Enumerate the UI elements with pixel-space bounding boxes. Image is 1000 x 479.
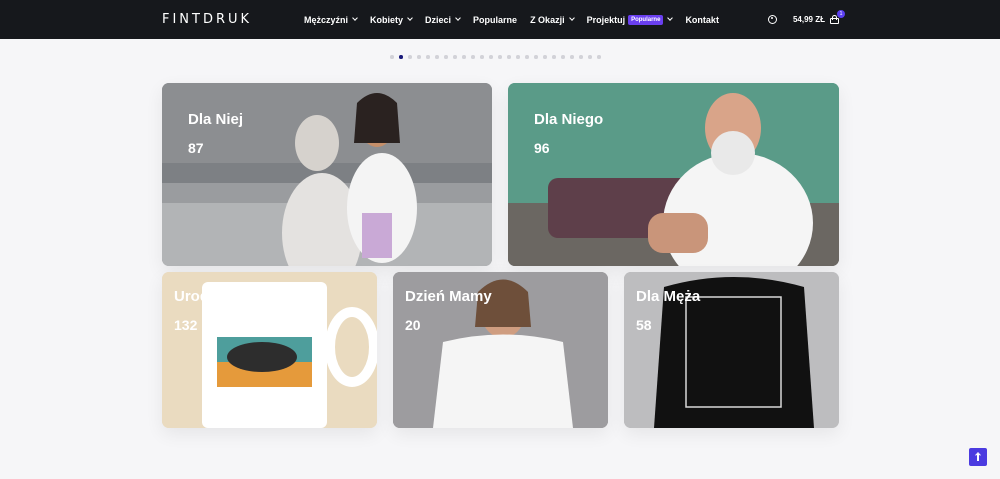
slider-dot[interactable] (462, 55, 466, 59)
site-header: FINTDRUK Mężczyźni Kobiety Dzieci Popula… (0, 0, 1000, 39)
logo[interactable]: FINTDRUK (162, 12, 252, 27)
slider-dot[interactable] (489, 55, 493, 59)
nav-label: Z Okazji (530, 14, 565, 25)
chevron-down-icon (455, 15, 461, 21)
category-count: 96 (534, 140, 550, 156)
slider-dot[interactable] (516, 55, 520, 59)
category-title: Dla Niego (534, 111, 604, 128)
cart-count-badge: 1 (837, 10, 845, 18)
slider-dot[interactable] (543, 55, 547, 59)
slider-dot[interactable] (408, 55, 412, 59)
nav-item-kontakt[interactable]: Kontakt (685, 15, 719, 25)
nav-item-mezczyzni[interactable]: Mężczyźni (304, 14, 358, 25)
main-nav: Mężczyźni Kobiety Dzieci Popularne Z Oka… (304, 0, 732, 39)
slider-dot[interactable] (588, 55, 592, 59)
slider-dot[interactable] (570, 55, 574, 59)
nav-item-kobiety[interactable]: Kobiety (370, 14, 413, 25)
category-count: 87 (188, 140, 204, 156)
category-title: Dzień Mamy (405, 288, 492, 305)
nav-label: Dzieci (425, 14, 452, 25)
popular-badge: Popularne (628, 14, 664, 25)
category-card-dla-meza[interactable]: Dla Męża 58 (624, 272, 839, 428)
nav-label: Kontakt (685, 14, 719, 25)
chevron-down-icon (407, 15, 413, 21)
category-count: 58 (636, 317, 652, 333)
slider-pagination (390, 55, 601, 59)
slider-dot[interactable] (471, 55, 475, 59)
slider-dot[interactable] (417, 55, 421, 59)
slider-dot[interactable] (507, 55, 511, 59)
slider-dot[interactable] (525, 55, 529, 59)
category-title: Urodzinowe (174, 288, 259, 305)
category-count: 132 (174, 317, 198, 333)
slider-dot[interactable] (498, 55, 502, 59)
slider-dot[interactable] (426, 55, 430, 59)
nav-item-popularne[interactable]: Popularne (473, 15, 517, 25)
category-card-dla-niego[interactable]: Dla Niego 96 (508, 83, 839, 266)
nav-label: Projektuj (586, 14, 626, 25)
nav-label: Popularne (473, 14, 518, 25)
nav-label: Mężczyźni (304, 14, 349, 25)
slider-dot[interactable] (453, 55, 457, 59)
slider-dot[interactable] (480, 55, 484, 59)
nav-item-dzieci[interactable]: Dzieci (425, 14, 461, 25)
category-card-urodzinowe[interactable]: Urodzinowe 132 (162, 272, 377, 428)
category-card-dzien-mamy[interactable]: Dzień Mamy 20 (393, 272, 608, 428)
nav-label: Kobiety (370, 14, 404, 25)
slider-dot[interactable] (534, 55, 538, 59)
slider-dot[interactable] (552, 55, 556, 59)
category-card-dla-niej[interactable]: Dla Niej 87 (162, 83, 492, 266)
slider-dot[interactable] (444, 55, 448, 59)
slider-dot[interactable] (435, 55, 439, 59)
nav-item-projektuj[interactable]: Projektuj Popularne (586, 14, 674, 25)
chevron-down-icon (352, 15, 358, 21)
category-title: Dla Niej (188, 111, 244, 128)
chevron-down-icon (568, 15, 575, 21)
shopping-bag-icon[interactable]: 1 (830, 10, 845, 24)
slider-dot[interactable] (399, 55, 403, 59)
scroll-to-top-button[interactable] (969, 448, 987, 466)
slider-dot[interactable] (561, 55, 565, 59)
slider-dot[interactable] (390, 55, 394, 59)
slider-dot[interactable] (579, 55, 583, 59)
chevron-down-icon (667, 15, 674, 21)
slider-dot[interactable] (597, 55, 601, 59)
user-icon[interactable] (767, 15, 777, 24)
header-actions: 54,99 ZŁ 1 (767, 0, 845, 39)
category-count: 20 (405, 317, 421, 333)
nav-item-z-okazji[interactable]: Z Okazji (530, 14, 575, 25)
cart-total[interactable]: 54,99 ZŁ (793, 15, 825, 24)
category-title: Dla Męża (636, 288, 701, 305)
